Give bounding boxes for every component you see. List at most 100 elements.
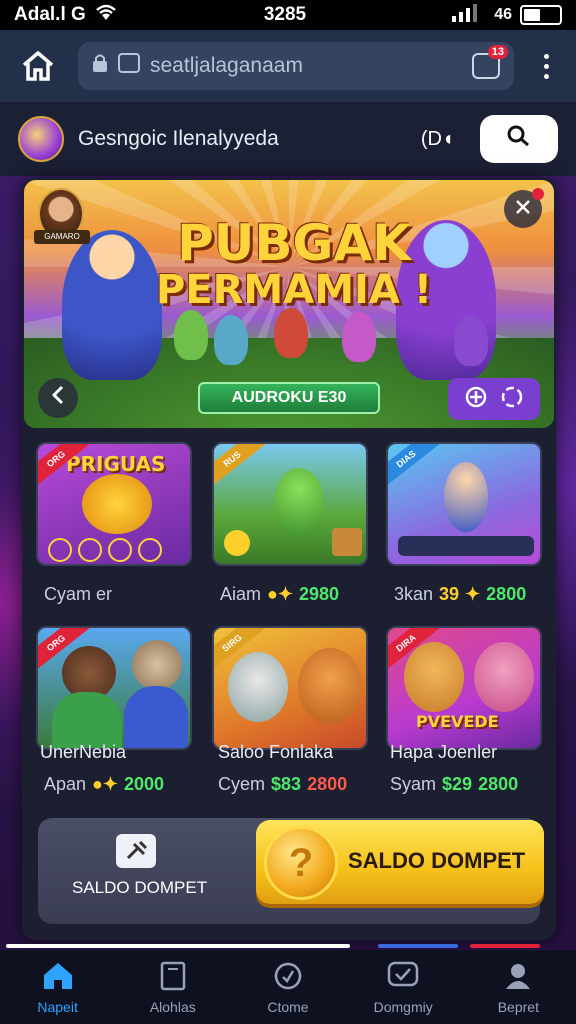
nav-label: Napeit	[37, 999, 78, 1015]
coin-icon: ●✦	[92, 774, 119, 794]
wallet-topup-button[interactable]: ? SALDO DOMPET	[256, 820, 544, 904]
game-tile[interactable]: SIRG	[212, 626, 368, 750]
game-art-image	[474, 642, 534, 712]
browser-menu-icon[interactable]	[534, 53, 558, 79]
address-bar[interactable]: seatljalaganaam 13	[78, 42, 514, 90]
game-toolbar-image	[398, 536, 534, 556]
banner-controller-button[interactable]	[448, 378, 540, 420]
search-icon	[506, 124, 532, 154]
game-ribbon-badge: DIAS	[388, 444, 444, 491]
game-amount: 2800	[478, 774, 519, 794]
network-type-label: 46	[494, 6, 512, 23]
wallet-topup-label: SALDO DOMPET	[348, 848, 526, 873]
site-title: Gesngoic Ilenalyyeda	[78, 127, 279, 150]
game-name: 3kan	[394, 584, 434, 604]
coin-icon: ●✦	[267, 584, 293, 604]
site-logo[interactable]	[18, 116, 64, 162]
bottom-strip-decoration	[0, 940, 576, 950]
wallet-balance-label: SALDO DOMPET	[72, 878, 208, 897]
nav-item-profile[interactable]: Bepret	[463, 959, 573, 1015]
clock-time: 3285	[263, 4, 307, 25]
wallet-icon[interactable]	[116, 834, 156, 868]
game-art-image	[132, 640, 182, 690]
game-amount: 2000	[124, 774, 165, 794]
game-currency: $83	[271, 774, 302, 794]
banner-title: PUBGAK PERMAMIA !	[144, 218, 444, 310]
banner-close-button[interactable]	[504, 188, 544, 228]
game-amount: 2800	[307, 774, 348, 794]
banner-minion-image	[214, 315, 248, 365]
book-icon	[156, 959, 190, 993]
game-ribbon-badge: RUS	[214, 444, 270, 491]
chevron-left-icon	[50, 385, 66, 411]
game-art-image	[274, 468, 324, 538]
game-currency: $29	[442, 774, 473, 794]
game-art-title: PVEVEDE	[416, 712, 499, 731]
game-price-label: Syam	[390, 774, 437, 794]
game-art-title: PRIGUAS	[66, 452, 166, 476]
game-name: Saloo Fonlaka	[218, 742, 334, 762]
tabs-button[interactable]: 13	[472, 45, 508, 79]
battery-icon	[520, 5, 562, 25]
dpad-icon	[464, 385, 488, 414]
nav-item-home[interactable]: Napeit	[3, 959, 113, 1015]
banner-title-line2: PERMAMIA !	[155, 267, 432, 313]
content-card: PUBGAK PERMAMIA ! GAMARO AUDROKU E30 PRI…	[22, 178, 556, 940]
notification-dot	[532, 188, 544, 200]
game-meta: Aiam ●✦ 2980	[220, 584, 339, 605]
game-art-image	[228, 652, 288, 722]
game-name: Cyam er	[44, 584, 113, 604]
status-bar: Adal.l G 3285 46	[0, 0, 576, 30]
site-header: Gesngoic Ilenalyyeda (D◖	[0, 102, 576, 176]
game-name: Aiam	[220, 584, 262, 604]
search-button[interactable]	[480, 115, 558, 163]
game-tile[interactable]: PRIGUAS ORG	[36, 442, 192, 566]
promo-banner[interactable]: PUBGAK PERMAMIA ! GAMARO AUDROKU E30	[24, 180, 554, 428]
url-text: seatljalaganaam	[150, 54, 303, 77]
home-icon	[41, 959, 75, 993]
carrier-label: Adal.l G	[14, 4, 86, 25]
game-tile[interactable]: PVEVEDE DIRA	[386, 626, 542, 750]
bottom-navigation: Napeit Alohlas Ctome Domgmiy Bepret	[0, 950, 576, 1024]
game-tile[interactable]: DIAS	[386, 442, 542, 566]
nav-label: Domgmiy	[373, 999, 433, 1015]
browser-toolbar: seatljalaganaam 13	[0, 30, 576, 102]
game-chip-icon	[138, 538, 162, 562]
game-art-image	[444, 462, 488, 532]
nav-item-book[interactable]: Alohlas	[118, 959, 228, 1015]
game-art-image	[332, 528, 362, 556]
lock-icon	[92, 53, 108, 79]
site-info-icon[interactable]	[118, 53, 140, 79]
game-price-label: 39	[439, 584, 460, 604]
game-tile[interactable]: RUS	[212, 442, 368, 566]
game-meta: 3kan 39 ✦ 2800	[394, 584, 526, 605]
game-amount: 2800	[486, 584, 527, 604]
game-chip-icon	[78, 538, 102, 562]
nav-item-chat[interactable]: Domgmiy	[348, 959, 458, 1015]
banner-cta-button[interactable]: AUDROKU E30	[198, 382, 380, 414]
sound-toggle-icon[interactable]: (D◖	[421, 128, 454, 151]
tabs-count-badge: 13	[487, 45, 508, 59]
game-meta: Cyem $83 2800	[218, 774, 347, 795]
game-meta: Apan ●✦ 2000	[44, 774, 164, 795]
banner-minion-image	[342, 312, 376, 362]
game-art-image	[404, 642, 464, 712]
game-chip-icon	[48, 538, 72, 562]
game-art-image	[82, 474, 152, 534]
game-amount: 2980	[298, 584, 340, 604]
game-art-image	[124, 686, 188, 748]
coin-icon: ?	[264, 826, 338, 900]
buttons-icon	[500, 385, 524, 414]
nav-label: Ctome	[267, 999, 309, 1015]
banner-prev-button[interactable]	[38, 378, 78, 418]
browser-home-icon[interactable]	[18, 46, 58, 86]
nav-label: Alohlas	[149, 999, 196, 1015]
game-tile[interactable]: ORG	[36, 626, 192, 750]
nav-item-clock[interactable]: Ctome	[233, 959, 343, 1015]
game-name: UnerNebia	[40, 742, 127, 762]
banner-minion-image	[174, 310, 208, 360]
clock-icon	[271, 959, 305, 993]
game-chip-icon	[108, 538, 132, 562]
game-name: Hapa Joenler	[390, 742, 498, 762]
wifi-icon	[94, 3, 118, 27]
